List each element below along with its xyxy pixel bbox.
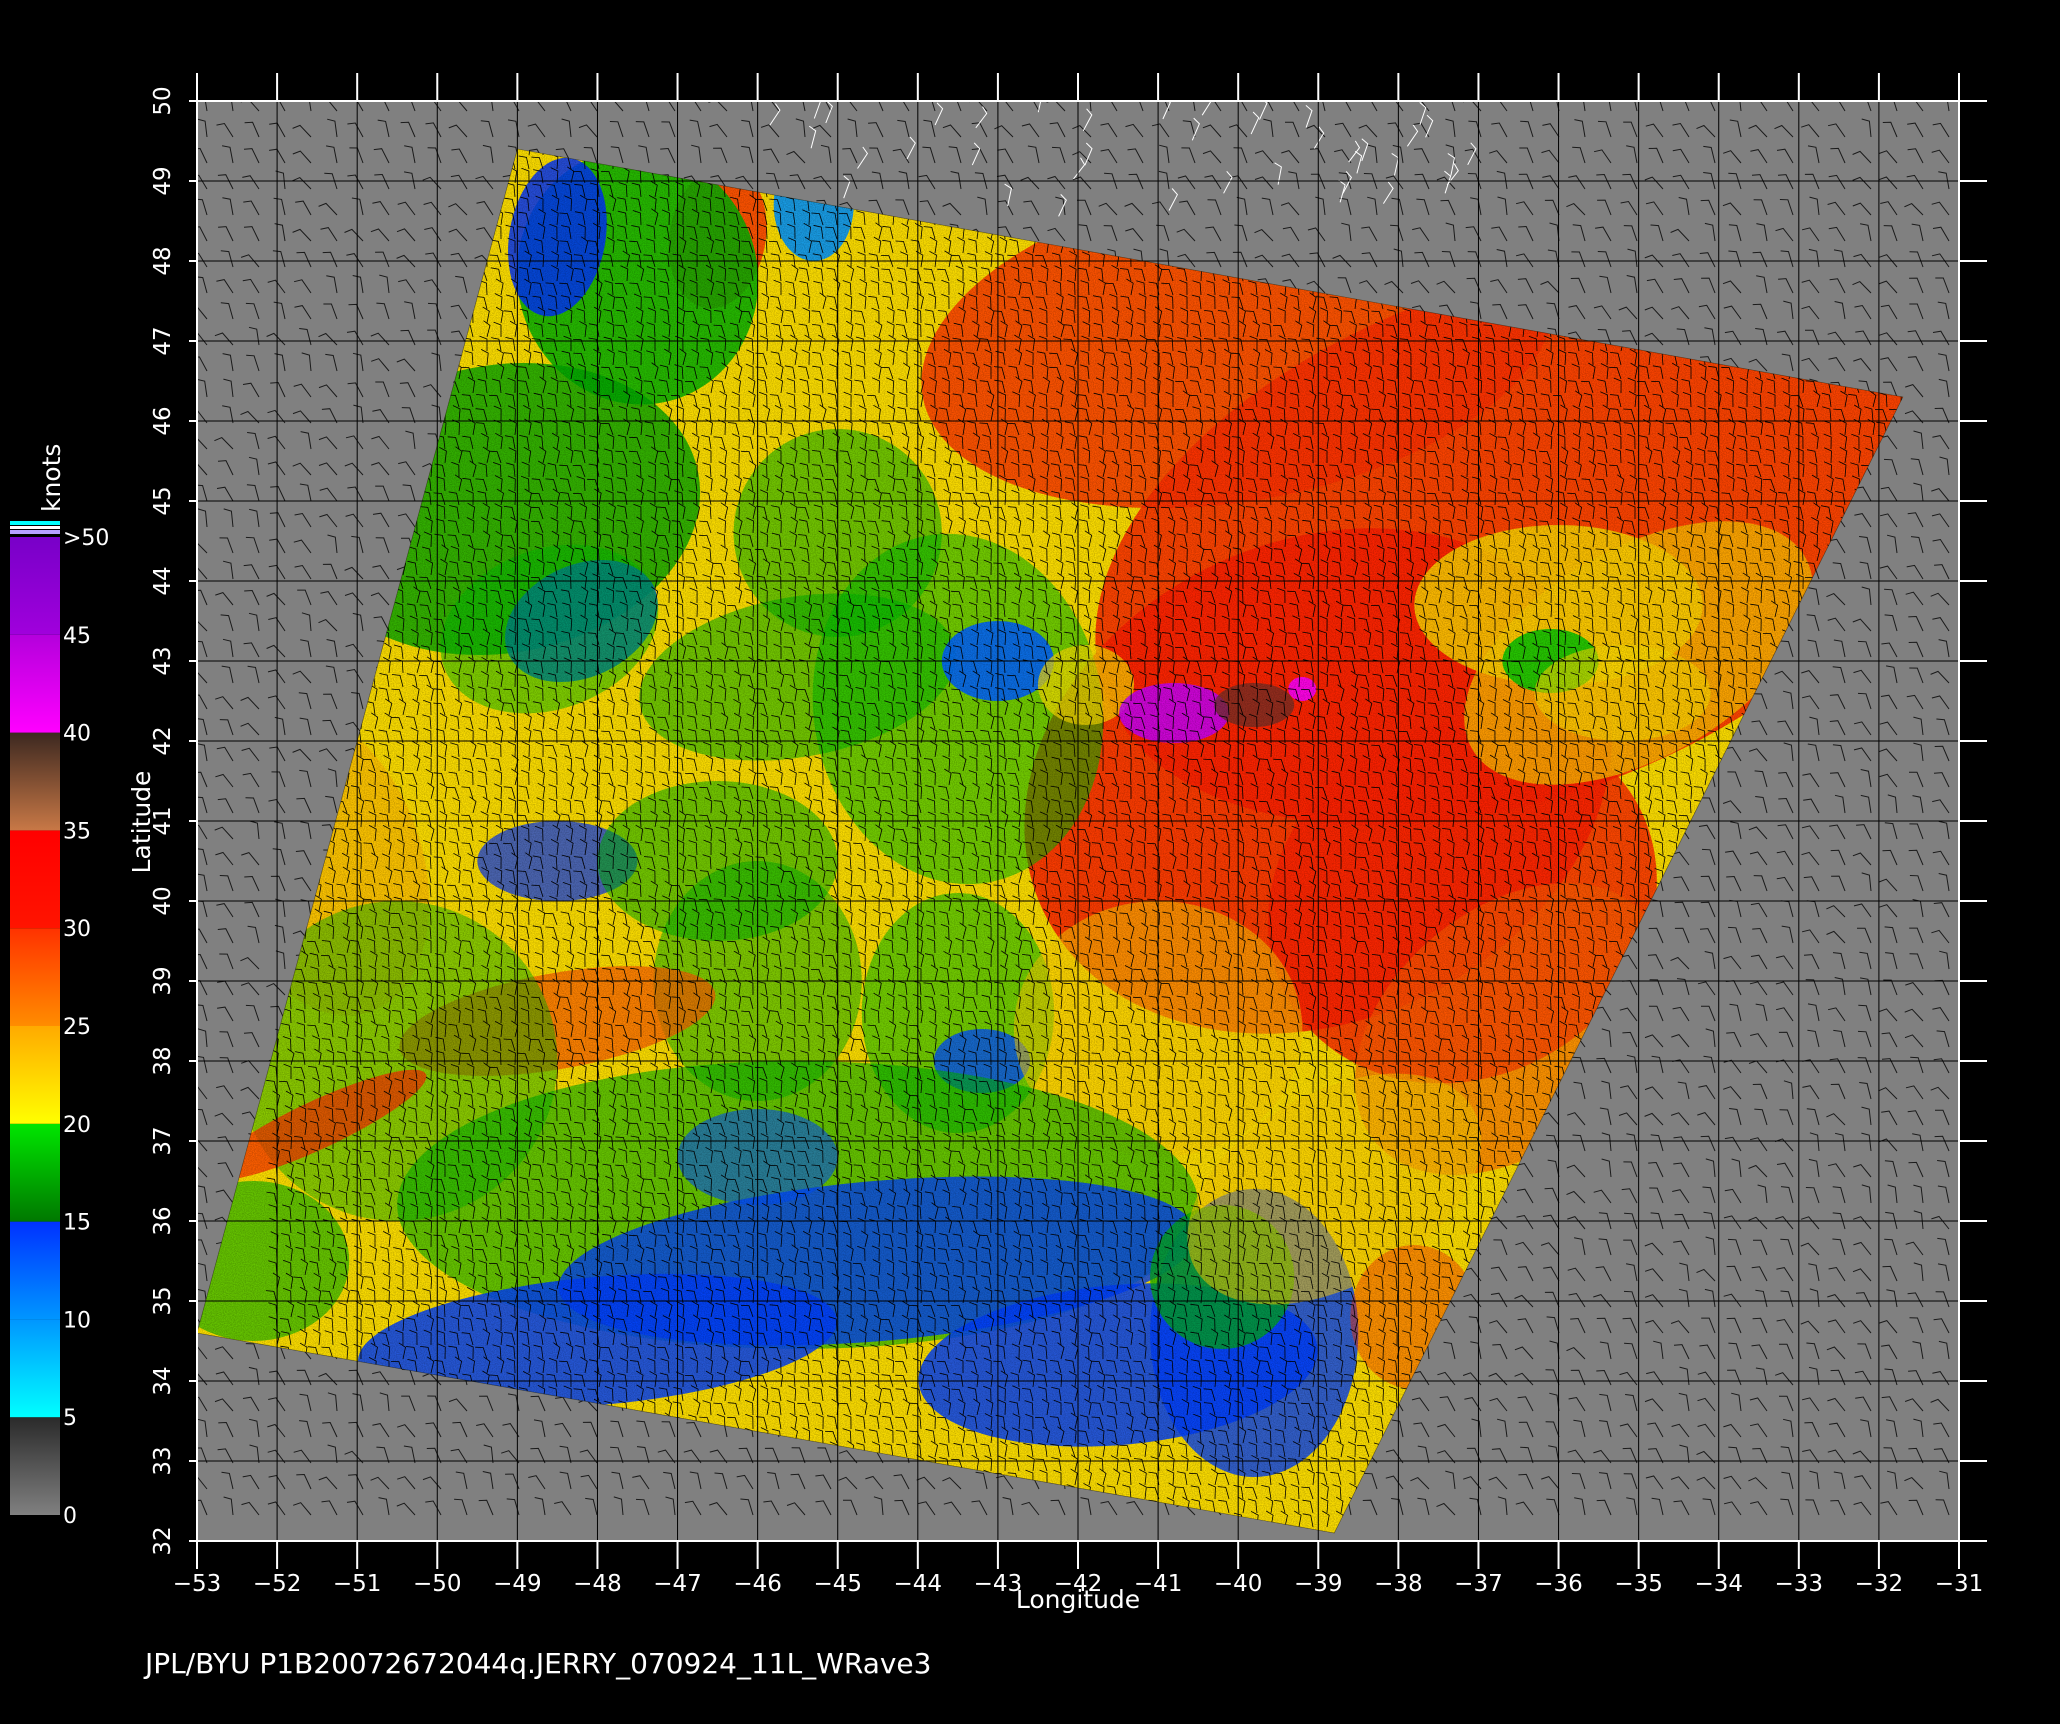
- scatterometer-wind-map: −53 −52 −51 −50 −49 −48 −47 −46 −45 −44 −43 −42 −41−…: [0, 0, 2060, 1720]
- plot-area: [196, 100, 1960, 1542]
- wind-map-svg: −53 −52 −51 −50 −49 −48 −47 −46 −45 −44 −43 −42 −41−…: [10, 73, 1987, 1680]
